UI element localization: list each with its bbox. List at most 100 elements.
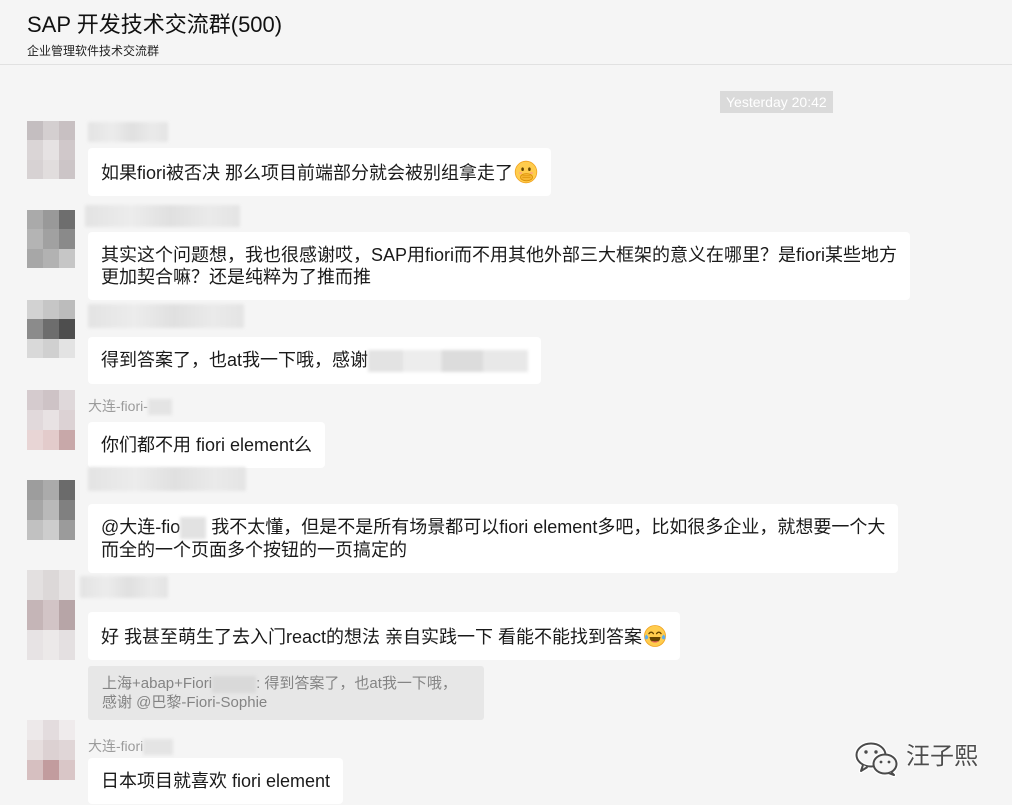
- avatar-mosaic-cell: [59, 600, 75, 630]
- avatar-mosaic-cell: [27, 338, 43, 358]
- avatar-mosaic-cell: [59, 570, 75, 600]
- avatar[interactable]: [27, 390, 75, 450]
- avatar[interactable]: [27, 210, 75, 268]
- sender-name-text: 大连-fiori: [88, 738, 144, 754]
- avatar-mosaic-cell: [43, 210, 59, 230]
- sender-name-redacted: [212, 675, 257, 693]
- avatar-mosaic-cell: [43, 430, 59, 450]
- avatar-mosaic-cell: [27, 500, 43, 520]
- chat-subtitle: 企业管理软件技术交流群: [27, 44, 160, 58]
- avatar-mosaic-cell: [43, 248, 59, 268]
- quoted-sender: 上海+abap+Fiori: [102, 675, 213, 692]
- message-bubble[interactable]: 其实这个问题想，我也很感谢哎，SAP用fiori而不用其他外部三大框架的意义在哪…: [88, 232, 911, 300]
- message-text-line: 而全的一个页面多个按钮的一页搞定的: [101, 540, 407, 561]
- avatar-mosaic-cell: [27, 319, 43, 339]
- quoted-message[interactable]: 上海+abap+Fiori: 得到答案了，也at我一下哦， 感谢 @巴黎-Fio…: [88, 666, 484, 720]
- avatar[interactable]: [27, 570, 75, 660]
- message-bubble[interactable]: @大连-fio 我不太懂，但是不是所有场景都可以fiori element多吧，…: [88, 504, 899, 574]
- avatar-mosaic-cell: [27, 600, 43, 630]
- message-bubble[interactable]: 得到答案了，也at我一下哦，感谢: [88, 337, 542, 385]
- avatar-mosaic-cell: [27, 520, 43, 540]
- avatar-mosaic-cell: [27, 210, 43, 230]
- avatar-mosaic-cell: [59, 520, 75, 540]
- avatar-mosaic-cell: [27, 760, 43, 780]
- message-text-line: 更加契合嘛？还是纯粹为了推而推: [101, 267, 371, 287]
- avatar[interactable]: [27, 300, 75, 358]
- avatar-mosaic-cell: [59, 248, 75, 268]
- redacted-text: [368, 350, 529, 373]
- avatar-mosaic-cell: [27, 430, 43, 450]
- sender-name-redacted: [88, 304, 244, 328]
- message-bubble[interactable]: 好 我甚至萌生了去入门react的想法 亲自实践一下 看能不能找到答案: [88, 612, 681, 660]
- sender-name-text: 大连-fiori-: [88, 398, 148, 414]
- sender-name-redacted: [143, 739, 174, 756]
- sender-name: 大连-fiori-: [88, 397, 172, 416]
- message-text-line: 如果fiori被否决 那么项目前端部分就会被别组拿走了: [101, 163, 514, 183]
- avatar-mosaic-cell: [43, 140, 59, 160]
- avatar-mosaic-cell: [27, 121, 43, 141]
- avatar-mosaic-cell: [27, 248, 43, 268]
- avatar[interactable]: [27, 121, 75, 179]
- message-bubble[interactable]: 如果fiori被否决 那么项目前端部分就会被别组拿走了: [88, 148, 552, 196]
- avatar-mosaic-cell: [43, 600, 59, 630]
- avatar-mosaic-cell: [27, 410, 43, 430]
- header-divider: [0, 64, 1012, 65]
- sender-name: 大连-fiori: [88, 737, 174, 756]
- message-text-line: 其实这个问题想，我也很感谢哎，SAP用fiori而不用其他外部三大框架的意义在哪…: [101, 245, 898, 265]
- avatar-mosaic-cell: [27, 570, 43, 600]
- quoted-text-line: : 得到答案了，也at我一下哦，: [256, 675, 457, 692]
- avatar-mosaic-cell: [27, 390, 43, 410]
- face-with-hand-over-mouth-icon: [514, 160, 538, 184]
- message-text-line: 我不太懂，但是不是所有场景都可以fiori element多吧，比如很多企业，就…: [206, 517, 886, 537]
- message-text: 如果fiori被否决 那么项目前端部分就会被别组拿走了: [101, 160, 538, 184]
- avatar-mosaic-cell: [43, 740, 59, 760]
- avatar-mosaic-cell: [43, 319, 59, 339]
- avatar-mosaic-cell: [59, 630, 75, 660]
- avatar-mosaic-cell: [27, 159, 43, 179]
- avatar-mosaic-cell: [59, 121, 75, 141]
- avatar-mosaic-cell: [59, 390, 75, 410]
- message-bubble[interactable]: 日本项目就喜欢 fiori element: [88, 758, 344, 804]
- avatar-mosaic-cell: [43, 300, 59, 320]
- mention-link[interactable]: @大连-fio: [101, 517, 180, 537]
- avatar-mosaic-cell: [43, 390, 59, 410]
- message-text: @大连-fio 我不太懂，但是不是所有场景都可以fiori element多吧，…: [101, 516, 886, 540]
- avatar-mosaic-cell: [59, 338, 75, 358]
- avatar-mosaic-cell: [27, 480, 43, 500]
- chat-title: SAP 开发技术交流群(500): [27, 12, 283, 37]
- redacted-text: [180, 517, 207, 540]
- sender-name-redacted: [147, 399, 172, 416]
- avatar[interactable]: [27, 480, 75, 540]
- message-text-line: 好 我甚至萌生了去入门react的想法 亲自实践一下 看能不能找到答案: [101, 627, 643, 647]
- avatar-mosaic-cell: [59, 500, 75, 520]
- watermark-text: 汪子熙: [906, 743, 978, 770]
- avatar-mosaic-cell: [27, 229, 43, 249]
- wechat-icon: [854, 741, 900, 778]
- message-text-line: 日本项目就喜欢 fiori element: [101, 771, 331, 791]
- avatar-mosaic-cell: [43, 760, 59, 780]
- sender-name-redacted: [88, 122, 168, 142]
- avatar-mosaic-cell: [59, 760, 75, 780]
- avatar-mosaic-cell: [59, 300, 75, 320]
- sender-name-redacted: [88, 467, 246, 491]
- avatar-mosaic-cell: [43, 570, 59, 600]
- avatar-mosaic-cell: [27, 740, 43, 760]
- avatar-mosaic-cell: [27, 720, 43, 740]
- avatar-mosaic-cell: [43, 520, 59, 540]
- sender-name-redacted: [80, 576, 168, 598]
- avatar[interactable]: [27, 720, 75, 780]
- avatar-mosaic-cell: [59, 210, 75, 230]
- avatar-mosaic-cell: [27, 300, 43, 320]
- avatar-mosaic-cell: [59, 140, 75, 160]
- avatar-mosaic-cell: [59, 319, 75, 339]
- face-with-tears-of-joy-icon: [643, 624, 667, 648]
- avatar-mosaic-cell: [43, 121, 59, 141]
- avatar-mosaic-cell: [59, 159, 75, 179]
- avatar-mosaic-cell: [59, 480, 75, 500]
- avatar-mosaic-cell: [43, 500, 59, 520]
- message-text: 得到答案了，也at我一下哦，感谢: [101, 349, 529, 373]
- message-bubble[interactable]: 你们都不用 fiori element么: [88, 422, 326, 468]
- avatar-mosaic-cell: [43, 410, 59, 430]
- avatar-mosaic-cell: [59, 229, 75, 249]
- avatar-mosaic-cell: [43, 229, 59, 249]
